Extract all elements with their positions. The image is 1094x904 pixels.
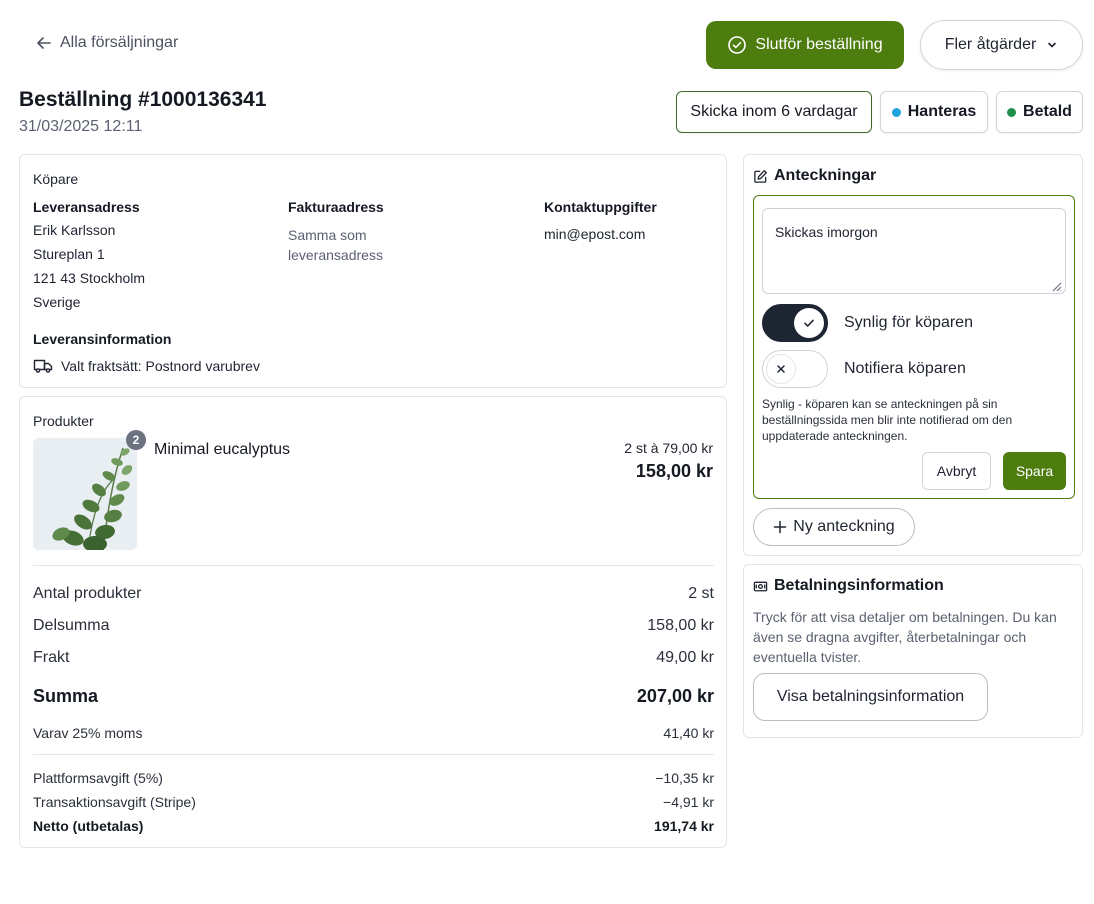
show-payment-info-button[interactable]: Visa betalningsinformation [753, 673, 988, 721]
delivery-name: Erik Karlsson [33, 222, 116, 238]
total-value: 207,00 kr [636, 686, 714, 706]
shipping-info-heading: Leveransinformation [33, 331, 172, 347]
new-note-label: Ny anteckning [793, 518, 895, 535]
platform-fee-label: Plattformsavgift (5%) [33, 770, 163, 786]
shipping-deadline-badge: Skicka inom 6 vardagar [676, 91, 872, 133]
toggle-knob [766, 354, 796, 384]
shipping-deadline-label: Skicka inom 6 vardagar [690, 103, 858, 120]
new-note-button[interactable]: Ny anteckning [753, 508, 915, 546]
payment-dot-icon [1007, 107, 1017, 117]
check-icon [804, 319, 814, 327]
products-card: Produkter 2 Minimal eucalyptus 2 st à 79… [19, 396, 727, 848]
product-unit-price: 2 st à 79,00 kr [624, 440, 713, 456]
visible-toggle[interactable] [762, 304, 828, 342]
check-circle-icon [728, 36, 747, 54]
product-quantity-badge: 2 [126, 430, 146, 450]
notes-card: Anteckningar Skickas imorgon Synlig för … [743, 154, 1083, 556]
summary-count-row: Antal produkter 2 st [33, 585, 714, 603]
complete-order-button[interactable]: Slutför beställning [706, 21, 904, 69]
more-actions-label: Fler åtgärder [944, 36, 1037, 53]
product-line-total: 158,00 kr [635, 461, 713, 481]
vat-label: Varav 25% moms [33, 725, 143, 741]
notes-title: Anteckningar [753, 167, 876, 185]
payment-card: Betalningsinformation Tryck för att visa… [743, 564, 1083, 738]
contact-email: min@epost.com [544, 226, 646, 242]
note-editor: Skickas imorgon Synlig för köparen Notif… [753, 195, 1075, 499]
shipping-method-label: Valt fraktsätt: Postnord varubrev [61, 358, 260, 374]
payment-title: Betalningsinformation [753, 577, 944, 595]
net-label: Netto (utbetalas) [33, 818, 144, 834]
chevron-down-icon [1048, 42, 1057, 48]
vat-value: 41,40 kr [663, 725, 714, 741]
toggle-knob [794, 308, 824, 338]
delivery-street: Stureplan 1 [33, 246, 105, 262]
order-date: 31/03/2025 12:11 [19, 118, 143, 135]
back-link[interactable]: Alla försäljningar [36, 34, 178, 52]
banknote-icon [753, 581, 768, 591]
count-value: 2 st [688, 585, 714, 602]
arrow-left-icon [37, 37, 51, 49]
summary-subtotal-row: Delsumma 158,00 kr [33, 617, 714, 635]
payment-title-label: Betalningsinformation [774, 577, 944, 594]
more-actions-button[interactable]: Fler åtgärder [920, 20, 1083, 70]
page-title: Beställning #1000136341 [19, 88, 267, 111]
billing-address-heading: Fakturaadress [288, 199, 384, 215]
total-label: Summa [33, 686, 99, 706]
transaction-fee-row: Transaktionsavgift (Stripe) −4,91 kr [33, 794, 714, 810]
shipping-label: Frakt [33, 649, 70, 666]
resize-grip-icon[interactable] [1050, 280, 1062, 292]
buyer-card: Köpare Leveransadress Erik Karlsson Stur… [19, 154, 727, 388]
shipping-value: 49,00 kr [656, 649, 714, 666]
subtotal-value: 158,00 kr [647, 617, 714, 634]
truck-icon [33, 359, 53, 373]
edit-icon [754, 169, 767, 183]
transaction-fee-label: Transaktionsavgift (Stripe) [33, 794, 196, 810]
shipping-method: Valt fraktsätt: Postnord varubrev [33, 356, 260, 376]
eucalyptus-image-icon [33, 438, 137, 550]
plus-icon [774, 520, 787, 534]
buyer-section-label: Köpare [33, 171, 79, 187]
products-section-label: Produkter [33, 413, 94, 429]
note-textarea[interactable]: Skickas imorgon [762, 208, 1066, 294]
status-label: Hanteras [907, 103, 977, 120]
notes-title-label: Anteckningar [774, 167, 877, 184]
divider [33, 754, 714, 755]
payment-description: Tryck för att visa detaljer om betalning… [753, 609, 1057, 665]
save-button[interactable]: Spara [1003, 452, 1066, 490]
note-help-text: Synlig - köparen kan se anteckningen på … [762, 397, 1013, 443]
status-dot-icon [891, 107, 901, 117]
payment-status-label: Betald [1023, 103, 1072, 120]
product-image[interactable] [33, 438, 137, 550]
delivery-address: Erik Karlsson Stureplan 1 121 43 Stockho… [33, 218, 145, 314]
contact-heading: Kontaktuppgifter [544, 199, 657, 215]
count-label: Antal produkter [33, 585, 142, 602]
net-value: 191,74 kr [654, 818, 714, 834]
complete-order-label: Slutför beställning [755, 36, 883, 53]
product-name[interactable]: Minimal eucalyptus [154, 441, 290, 459]
delivery-country: Sverige [33, 294, 81, 310]
net-row: Netto (utbetalas) 191,74 kr [33, 818, 714, 834]
notify-toggle[interactable] [762, 350, 828, 388]
platform-fee-row: Plattformsavgift (5%) −10,35 kr [33, 770, 714, 786]
summary-total-row: Summa 207,00 kr [33, 686, 714, 707]
platform-fee-value: −10,35 kr [655, 770, 714, 786]
delivery-city: 121 43 Stockholm [33, 270, 146, 286]
cancel-button[interactable]: Avbryt [922, 452, 991, 490]
divider [33, 565, 714, 566]
delivery-address-heading: Leveransadress [33, 199, 140, 215]
visible-toggle-label[interactable]: Synlig för köparen [844, 314, 973, 332]
notify-toggle-label[interactable]: Notifiera köparen [844, 360, 966, 378]
subtotal-label: Delsumma [33, 617, 110, 634]
back-link-label: Alla försäljningar [60, 34, 179, 51]
summary-vat-row: Varav 25% moms 41,40 kr [33, 725, 714, 741]
summary-shipping-row: Frakt 49,00 kr [33, 649, 714, 667]
billing-address: Samma som leveransadress [288, 227, 383, 263]
transaction-fee-value: −4,91 kr [663, 794, 714, 810]
payment-status-badge: Betald [996, 91, 1083, 133]
status-badge: Hanteras [880, 91, 988, 133]
close-icon [777, 365, 785, 373]
